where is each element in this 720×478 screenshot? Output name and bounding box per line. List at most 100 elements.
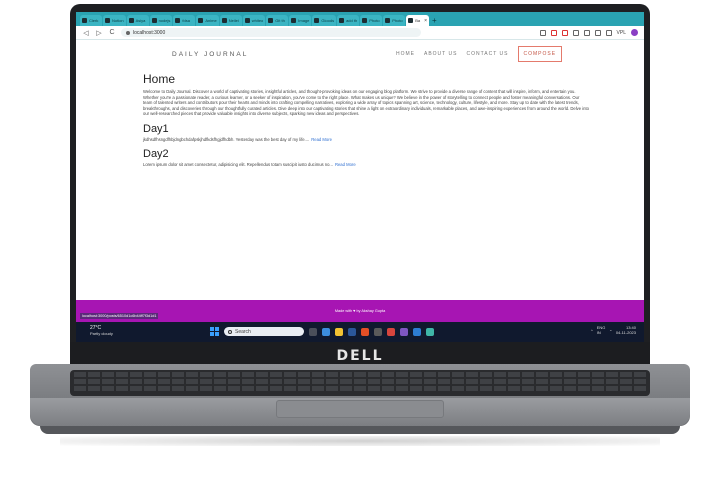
browser-tab[interactable]: Photo xyxy=(360,15,383,26)
taskbar-apps: Search xyxy=(210,327,434,336)
task-view-icon[interactable] xyxy=(309,327,317,336)
start-icon[interactable] xyxy=(210,327,219,336)
browser-tab[interactable]: add th xyxy=(337,15,360,26)
tab-label: Photo xyxy=(392,18,403,23)
browser-tab-active[interactable]: Ba × xyxy=(406,15,430,26)
tab-label: fdsa xyxy=(182,18,190,23)
browser-tab[interactable]: Asiya xyxy=(126,15,149,26)
downloads-icon[interactable] xyxy=(583,29,590,36)
laptop-photo: Clerk Notion Asiya nodejs fdsa Anime Nei… xyxy=(0,0,720,478)
vpn-label[interactable]: VPL xyxy=(617,30,626,36)
tab-label: whiteo xyxy=(251,18,264,23)
search-placeholder: Search xyxy=(235,328,251,335)
tab-favicon-icon xyxy=(408,18,414,23)
tab-favicon-icon xyxy=(221,18,227,23)
tab-favicon-icon xyxy=(128,18,134,23)
back-button[interactable]: ◁ xyxy=(82,29,90,37)
site-nav-links: HOME ABOUT US CONTACT US COMPOSE xyxy=(396,46,563,62)
nav-contact-link[interactable]: CONTACT US xyxy=(466,51,508,57)
browser-tab[interactable]: Neilei xyxy=(219,15,242,26)
tab-label: Anime xyxy=(205,18,217,23)
app-icon[interactable] xyxy=(400,327,408,336)
new-tab-button[interactable]: + xyxy=(432,16,437,26)
page-title: Home xyxy=(143,72,176,86)
store-icon[interactable] xyxy=(348,327,356,336)
brave-icon[interactable] xyxy=(387,327,395,336)
tab-favicon-icon xyxy=(268,18,274,23)
chevron-up-icon[interactable]: ^ xyxy=(591,328,593,333)
post-title: Day1 xyxy=(143,122,169,135)
brave-shield-icon[interactable] xyxy=(550,29,557,36)
nav-compose-button[interactable]: COMPOSE xyxy=(517,46,563,62)
close-tab-icon[interactable]: × xyxy=(424,18,427,24)
profile-avatar[interactable] xyxy=(631,29,638,36)
address-bar-url: localhost:3000 xyxy=(133,29,166,36)
browser-tab[interactable]: fdsa xyxy=(173,15,196,26)
browser-tab[interactable]: Anime xyxy=(196,15,219,26)
nav-about-link[interactable]: ABOUT US xyxy=(424,51,457,57)
weather-widget[interactable]: 27°C Partly cloudy xyxy=(90,325,113,337)
app-icon[interactable] xyxy=(374,327,382,336)
file-explorer-icon[interactable] xyxy=(335,327,343,336)
home-intro-text: Welcome to Daily Journal. Discover a wor… xyxy=(143,89,589,117)
browser-tab[interactable]: Notion xyxy=(103,15,126,26)
taskbar-search[interactable]: Search xyxy=(224,327,304,336)
tab-label: nodejs xyxy=(158,18,171,23)
browser-tab[interactable]: nodejs xyxy=(149,15,173,26)
laptop-base-edge xyxy=(40,426,680,434)
reload-button[interactable]: C xyxy=(108,29,116,36)
read-more-link[interactable]: Read More xyxy=(335,162,356,167)
sidebar-icon[interactable] xyxy=(594,29,601,36)
tab-label: add th xyxy=(346,18,358,23)
browser-tab-strip: Clerk Notion Asiya nodejs fdsa Anime Nei… xyxy=(76,12,644,26)
address-bar[interactable]: localhost:3000 xyxy=(121,28,421,37)
nav-home-link[interactable]: HOME xyxy=(396,51,415,57)
tab-favicon-icon xyxy=(314,18,320,23)
tab-label: Image xyxy=(298,18,310,23)
language-indicator[interactable]: ENG IN xyxy=(597,325,606,335)
tab-favicon-icon xyxy=(339,18,345,23)
toolbar-actions: VPL xyxy=(539,29,638,36)
browser-tab[interactable]: Photo xyxy=(383,15,406,26)
app-icon[interactable] xyxy=(426,327,434,336)
keyboard xyxy=(70,370,650,396)
browser-tab[interactable]: whiteo xyxy=(242,15,266,26)
windows-taskbar: 27°C Partly cloudy Search ^ ENG IN ◔ 13:… xyxy=(76,322,644,342)
site-brand[interactable]: DAILY JOURNAL xyxy=(172,51,248,58)
browser-toolbar: ◁ ▷ C localhost:3000 VPL xyxy=(76,26,644,40)
clock-date: 04-11-2023 xyxy=(615,330,636,335)
forward-button[interactable]: ▷ xyxy=(95,29,103,37)
read-more-link[interactable]: Read More xyxy=(311,137,332,142)
site-footer: Made with ♥ by Akshay Gupta xyxy=(76,300,644,322)
tab-favicon-icon xyxy=(151,18,157,23)
browser-tab[interactable]: Git th xyxy=(266,15,289,26)
wifi-icon[interactable]: ◔ xyxy=(609,328,611,333)
rewards-icon[interactable] xyxy=(561,29,568,36)
browser-tab[interactable]: Clerk xyxy=(80,15,102,26)
touchpad xyxy=(276,400,444,418)
chrome-icon[interactable] xyxy=(361,327,369,336)
tab-label: Asiya xyxy=(135,18,146,23)
share-icon[interactable] xyxy=(539,29,546,36)
weather-desc: Partly cloudy xyxy=(90,331,113,336)
tab-label: Photo xyxy=(369,18,380,23)
vscode-icon[interactable] xyxy=(413,327,421,336)
tab-favicon-icon xyxy=(175,18,181,23)
browser-tab[interactable]: Image xyxy=(289,15,312,26)
browser-tab[interactable]: Gloods xyxy=(312,15,337,26)
post-excerpt: Lorem ipsum dolor sit amet consectetur, … xyxy=(143,162,589,167)
edge-icon[interactable] xyxy=(322,327,330,336)
site-info-icon[interactable] xyxy=(126,30,130,35)
search-icon xyxy=(228,329,232,334)
post-excerpt-text: Lorem ipsum dolor sit amet consectetur, … xyxy=(143,161,333,167)
post-excerpt-text: jkdhsdfhsngdfhbjdngbchdafpskjhdfkdsfhgjd… xyxy=(143,136,310,142)
tab-favicon-icon xyxy=(82,18,87,23)
wallet-icon[interactable] xyxy=(605,29,612,36)
site-navbar: DAILY JOURNAL HOME ABOUT US CONTACT US C… xyxy=(76,41,644,67)
laptop-screen: Clerk Notion Asiya nodejs fdsa Anime Nei… xyxy=(76,12,644,342)
main-content: Home Welcome to Daily Journal. Discover … xyxy=(143,72,589,167)
tab-favicon-icon xyxy=(244,18,250,23)
tab-label: Git th xyxy=(275,18,285,23)
clock[interactable]: 13:40 04-11-2023 xyxy=(616,325,636,335)
extensions-icon[interactable] xyxy=(572,29,579,36)
